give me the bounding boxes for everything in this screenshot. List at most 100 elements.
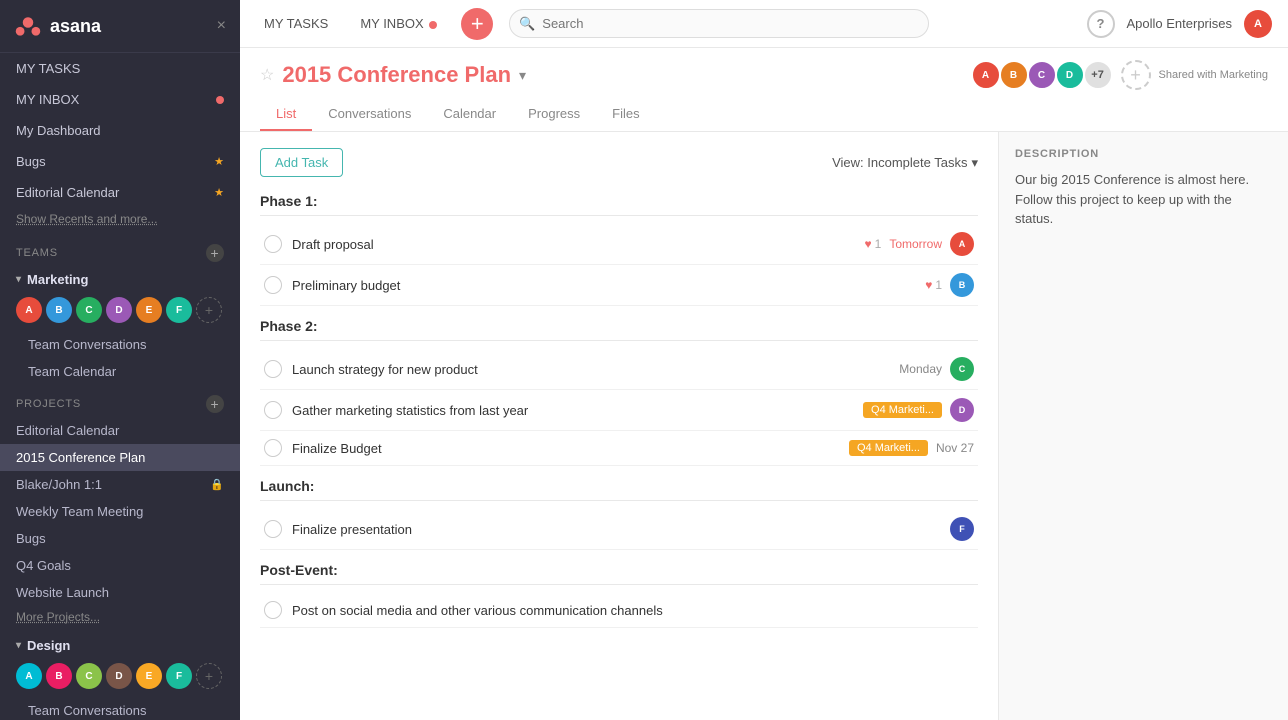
sidebar-item-website-launch[interactable]: Website Launch [0,579,240,606]
table-row[interactable]: Finalize Budget Q4 Marketi... Nov 27 [260,431,978,466]
sidebar-item-2015-conference-plan[interactable]: 2015 Conference Plan [0,444,240,471]
view-filter-dropdown[interactable]: View: Incomplete Tasks ▾ [832,155,978,171]
avatar: B [46,663,72,689]
search-bar: 🔍 [509,9,929,38]
add-team-button[interactable]: + [206,244,224,262]
table-row[interactable]: Post on social media and other various c… [260,593,978,628]
projects-section-header: PROJECTS + [0,385,240,417]
sidebar-close-button[interactable]: × [217,17,226,35]
table-row[interactable]: Preliminary budget ♥ 1 B [260,265,978,306]
task-meta: Q4 Marketi... D [863,398,974,422]
description-text: Our big 2015 Conference is almost here. … [1015,170,1272,229]
teams-section-header: Teams + [0,234,240,266]
member-avatar: B [999,60,1029,90]
add-task-button[interactable]: Add Task [260,148,343,177]
sidebar-item-bugs-starred[interactable]: Bugs ★ [0,146,240,177]
team-design-avatars: A B C D E F + [0,659,240,697]
topbar-right: ? Apollo Enterprises A [1087,10,1273,38]
avatar: B [46,297,72,323]
chevron-down-icon: ▾ [16,274,21,285]
search-input[interactable] [509,9,929,38]
topbar: MY TASKS MY INBOX + 🔍 ? Apollo Enterpris… [240,0,1288,48]
launch-header: Launch: [260,478,978,501]
project-members: A B C D +7 + [971,60,1151,90]
main-content: MY TASKS MY INBOX + 🔍 ? Apollo Enterpris… [240,0,1288,720]
project-title-text: 2015 Conference Plan [282,62,511,88]
task-checkbox[interactable] [264,360,282,378]
member-avatar: A [971,60,1001,90]
avatar: F [166,297,192,323]
table-row[interactable]: Draft proposal ♥ 1 Tomorrow A [260,224,978,265]
sidebar-item-q4-goals[interactable]: Q4 Goals [0,552,240,579]
description-panel: DESCRIPTION Our big 2015 Conference is a… [998,132,1288,720]
add-project-button[interactable]: + [206,395,224,413]
avatar: A [16,663,42,689]
task-checkbox[interactable] [264,601,282,619]
tab-progress[interactable]: Progress [512,98,596,131]
task-name: Preliminary budget [292,278,915,293]
add-member-button[interactable]: + [1121,60,1151,90]
table-row[interactable]: Gather marketing statistics from last ye… [260,390,978,431]
sidebar-item-my-dashboard[interactable]: My Dashboard [0,115,240,146]
show-recents-link[interactable]: Show Recents and more... [0,208,240,234]
task-assignee-avatar: F [950,517,974,541]
sidebar-item-my-inbox[interactable]: MY INBOX [0,84,240,115]
sidebar-item-my-tasks[interactable]: MY TASKS [0,53,240,84]
sidebar-item-editorial-calendar[interactable]: Editorial Calendar [0,417,240,444]
org-name[interactable]: Apollo Enterprises [1127,16,1233,31]
my-inbox-button[interactable]: MY INBOX [352,12,445,35]
sidebar-item-weekly-team-meeting[interactable]: Weekly Team Meeting [0,498,240,525]
add-member-button[interactable]: + [196,297,222,323]
tab-calendar[interactable]: Calendar [427,98,512,131]
member-count-badge[interactable]: +7 [1083,60,1113,90]
avatar: F [166,663,192,689]
task-name: Finalize presentation [292,522,940,537]
task-checkbox[interactable] [264,235,282,253]
lock-icon: 🔒 [210,478,224,491]
help-button[interactable]: ? [1087,10,1115,38]
search-icon: 🔍 [519,16,535,32]
sidebar-item-blake-john-11[interactable]: Blake/John 1:1 🔒 [0,471,240,498]
my-tasks-button[interactable]: MY TASKS [256,12,336,35]
task-checkbox[interactable] [264,439,282,457]
team-marketing[interactable]: ▾ Marketing A B C D E F + Team Conversat… [0,266,240,385]
tab-list[interactable]: List [260,98,312,131]
task-checkbox[interactable] [264,276,282,294]
task-meta: Monday C [899,357,974,381]
project-title-row: ☆ 2015 Conference Plan ▾ A B C D +7 + Sh… [240,56,1288,98]
sidebar-item-bugs[interactable]: Bugs [0,525,240,552]
user-avatar[interactable]: A [1244,10,1272,38]
task-meta: F [950,517,974,541]
sidebar-item-editorial-calendar-starred[interactable]: Editorial Calendar ★ [0,177,240,208]
add-member-button[interactable]: + [196,663,222,689]
tab-conversations[interactable]: Conversations [312,98,427,131]
task-like[interactable]: ♥ 1 [865,237,882,251]
task-like[interactable]: ♥ 1 [925,278,942,292]
star-icon: ★ [214,155,224,168]
star-icon: ★ [214,186,224,199]
task-checkbox[interactable] [264,520,282,538]
table-row[interactable]: Launch strategy for new product Monday C [260,349,978,390]
topbar-nav: MY TASKS MY INBOX [256,12,445,35]
task-name: Post on social media and other various c… [292,603,974,618]
team-design[interactable]: ▾ Design A B C D E F + Team Conversation… [0,632,240,720]
member-avatar: D [1055,60,1085,90]
member-avatar: C [1027,60,1057,90]
more-projects-link[interactable]: More Projects... [0,606,240,632]
asana-logo-text: asana [50,16,101,37]
add-task-global-button[interactable]: + [461,8,493,40]
tab-files[interactable]: Files [596,98,655,131]
task-tag: Q4 Marketi... [849,440,928,456]
task-assignee-avatar: B [950,273,974,297]
task-checkbox[interactable] [264,401,282,419]
project-dropdown-caret-icon[interactable]: ▾ [519,67,526,84]
sidebar-item-design-team-conversations[interactable]: Team Conversations [0,697,240,720]
project-members-area: A B C D +7 + Shared with Marketing [971,60,1268,90]
sidebar-item-team-calendar[interactable]: Team Calendar [0,358,240,385]
task-list: Add Task View: Incomplete Tasks ▾ Phase … [240,132,998,720]
task-name: Launch strategy for new product [292,362,889,377]
favorite-star-icon[interactable]: ☆ [260,65,274,85]
sidebar-item-team-conversations[interactable]: Team Conversations [0,331,240,358]
chevron-down-icon: ▾ [971,155,978,171]
table-row[interactable]: Finalize presentation F [260,509,978,550]
